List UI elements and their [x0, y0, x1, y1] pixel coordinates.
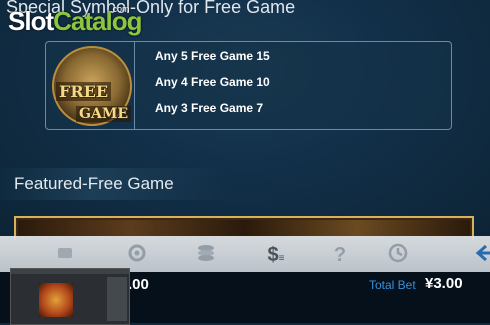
paytable-dollar-icon[interactable]: $≡	[263, 242, 289, 268]
coins-icon[interactable]	[193, 242, 219, 268]
payout-row: Any 3 Free Game 7	[155, 101, 264, 115]
total-bet-label: Total Bet	[369, 278, 416, 292]
payout-row: Any 4 Free Game 10	[155, 75, 270, 89]
watermark-text-com: .com	[110, 4, 130, 14]
screenshot-thumbnail	[10, 268, 130, 325]
help-glyph: ?	[333, 244, 347, 266]
total-bet-value: ¥3.00	[425, 275, 463, 292]
back-arrow-icon[interactable]	[470, 242, 490, 268]
dollar-glyph: $	[267, 244, 279, 266]
thumbnail-game-image	[39, 283, 73, 317]
game-toolbar: $≡ ?	[0, 236, 490, 272]
help-icon[interactable]: ?	[327, 242, 353, 268]
watermark-text-slot: Slot	[8, 6, 54, 36]
history-icon[interactable]	[385, 242, 411, 268]
payout-row: Any 5 Free Game 15	[155, 49, 270, 63]
symbol-cell: FREE GAME	[46, 42, 135, 129]
thumbnail-menubar	[11, 269, 129, 274]
special-symbol-paytable: FREE GAME Any 5 Free Game 15 Any 4 Free …	[45, 41, 452, 130]
symbol-label-free: FREE	[56, 82, 112, 101]
settings-icon[interactable]	[124, 242, 150, 268]
watermark-logo: SlotCatalog .com	[8, 4, 142, 37]
thumbnail-side-panel	[107, 277, 127, 321]
autoplay-icon[interactable]	[52, 242, 78, 268]
featured-title: Featured-Free Game	[14, 174, 174, 193]
balance-value: .00	[128, 276, 149, 293]
symbol-label-game: GAME	[76, 106, 131, 122]
